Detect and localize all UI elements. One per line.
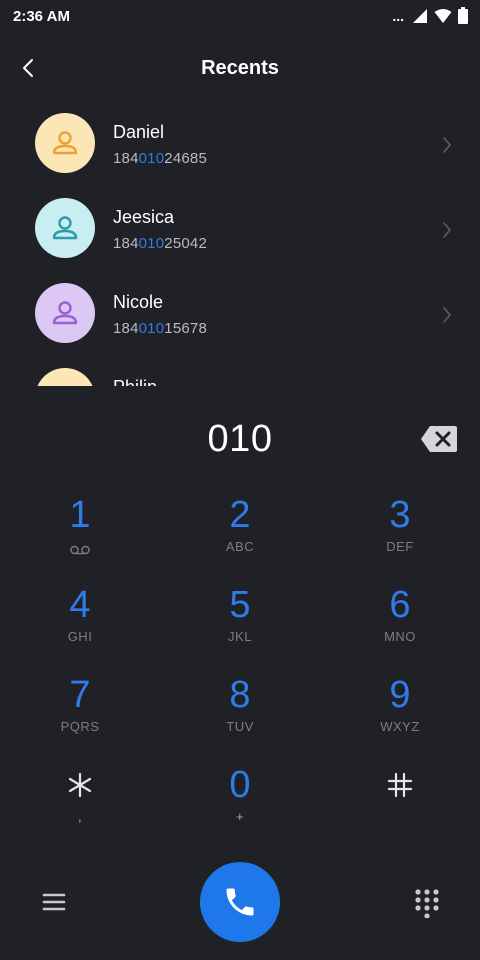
number-suffix: 24685 — [164, 150, 207, 167]
backspace-icon — [421, 426, 457, 452]
contact-name: Jeesica — [113, 207, 175, 227]
notification-dots: ... — [392, 7, 404, 24]
contact-number: 18401015678 — [113, 320, 207, 337]
key-letters: WXYZ — [380, 719, 420, 734]
contact-name: Daniel — [113, 122, 165, 142]
avatar — [35, 198, 95, 258]
key-letters: JKL — [228, 629, 252, 644]
key-letters: ABC — [225, 539, 255, 554]
contact-item-daniel[interactable]: Daniel 18401024685 — [0, 102, 480, 187]
key-digit: 3 — [389, 494, 411, 536]
chevron-right-icon — [443, 222, 452, 238]
person-icon — [52, 301, 78, 325]
key-letters: , — [77, 809, 83, 824]
wifi-icon — [434, 8, 452, 23]
key-4[interactable]: 4 GHI — [20, 585, 140, 665]
contact-number: 18401024685 — [113, 150, 207, 167]
call-button[interactable] — [200, 862, 280, 942]
key-8[interactable]: 8 TUV — [180, 675, 300, 755]
key-digit: 8 — [229, 674, 251, 716]
key-digit: 9 — [389, 674, 411, 716]
avatar — [35, 368, 95, 386]
status-icons: ... — [392, 7, 468, 24]
key-2[interactable]: 2 ABC — [180, 495, 300, 575]
key-digit: 7 — [69, 674, 91, 716]
backspace-button[interactable] — [420, 425, 458, 453]
header: Recents — [0, 34, 480, 102]
number-match: 010 — [138, 320, 165, 337]
voicemail-icon — [20, 543, 140, 558]
avatar — [35, 113, 95, 173]
contact-number: 18401025042 — [113, 235, 207, 252]
menu-icon — [42, 893, 66, 911]
key-9[interactable]: 9 WXYZ — [340, 675, 460, 755]
person-icon — [52, 131, 78, 155]
key-digit: 4 — [69, 584, 91, 626]
contact-name: Nicole — [113, 292, 164, 312]
dialpad-button[interactable] — [414, 888, 440, 919]
contact-item-nicole[interactable]: Nicole 18401015678 — [0, 272, 480, 357]
key-digit: 5 — [229, 584, 251, 626]
battery-icon — [458, 7, 468, 24]
number-prefix: 184 — [113, 235, 139, 252]
number-match: 010 — [138, 235, 165, 252]
hash-icon — [340, 765, 460, 805]
key-star[interactable]: , — [20, 765, 140, 845]
key-letters: DEF — [386, 539, 414, 554]
key-digit: 0 — [229, 764, 251, 806]
status-bar: 2:36 AM ... — [0, 0, 480, 34]
bottom-bar — [0, 862, 480, 942]
key-hash[interactable] — [340, 765, 460, 845]
key-7[interactable]: 7 PQRS — [20, 675, 140, 755]
key-letters: PQRS — [60, 719, 100, 734]
number-match: 010 — [138, 150, 165, 167]
chevron-right-icon — [443, 307, 452, 323]
phone-icon — [226, 888, 254, 916]
asterisk-icon — [20, 765, 140, 805]
dialpad-icon — [415, 889, 439, 919]
contact-name: Philip — [113, 377, 157, 386]
key-digit: 1 — [69, 494, 91, 536]
menu-button[interactable] — [40, 888, 68, 916]
number-prefix: 184 — [113, 150, 139, 167]
key-5[interactable]: 5 JKL — [180, 585, 300, 665]
key-letters: TUV — [226, 719, 254, 734]
contact-item-jeesica[interactable]: Jeesica 18401025042 — [0, 187, 480, 272]
key-letters: GHI — [67, 629, 93, 644]
dialed-number: 010 — [207, 418, 273, 460]
chevron-right-icon — [443, 137, 452, 153]
contact-item-philip[interactable]: Philip — [0, 357, 480, 386]
key-letters: MNO — [384, 629, 416, 644]
number-suffix: 25042 — [164, 235, 207, 252]
key-digit: 6 — [389, 584, 411, 626]
avatar — [35, 283, 95, 343]
number-prefix: 184 — [113, 320, 139, 337]
key-letters: + — [235, 809, 245, 824]
status-time: 2:36 AM — [13, 8, 70, 25]
key-digit: 2 — [229, 494, 251, 536]
key-6[interactable]: 6 MNO — [340, 585, 460, 665]
cell-signal-icon — [413, 8, 427, 23]
key-1[interactable]: 1 — [20, 495, 140, 575]
page-title: Recents — [201, 57, 279, 79]
person-icon — [52, 216, 78, 240]
key-0[interactable]: 0 + — [180, 765, 300, 845]
person-icon — [50, 383, 80, 386]
number-suffix: 15678 — [164, 320, 207, 337]
recents-list[interactable]: Daniel 18401024685 Jeesica 18401025042 N… — [0, 102, 480, 386]
key-3[interactable]: 3 DEF — [340, 495, 460, 575]
